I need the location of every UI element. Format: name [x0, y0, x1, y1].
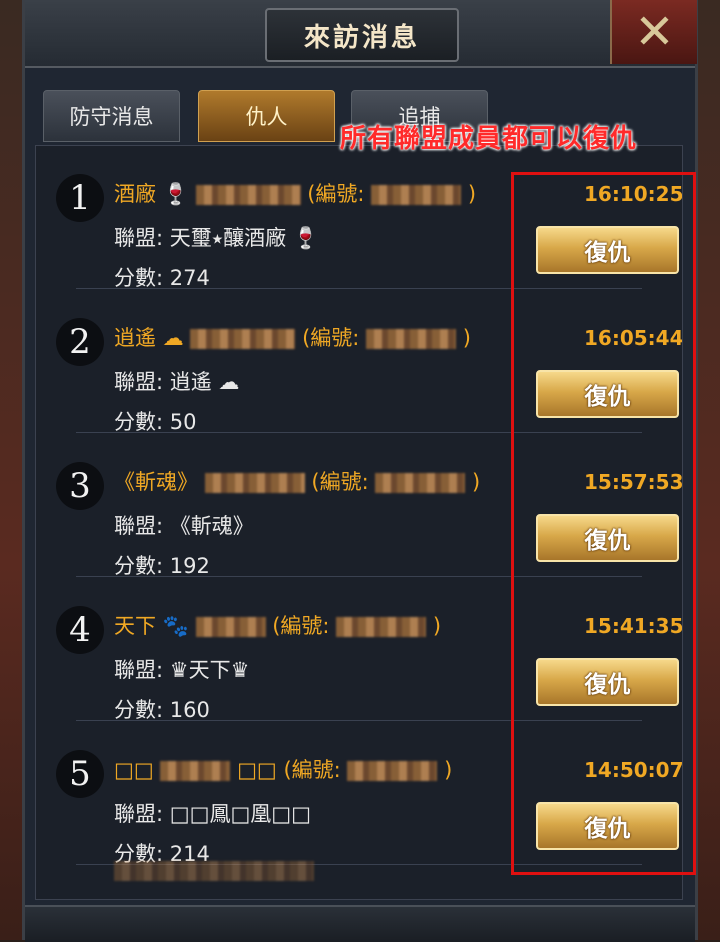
list-item: 3 《斬魂》 (編號: ) 聯盟: 《斬魂》 分數: 192 15:57:53 …	[36, 434, 683, 578]
revenge-button[interactable]: 復仇	[536, 802, 679, 850]
redacted-name	[204, 473, 305, 493]
rank-badge: 1	[56, 174, 104, 222]
id-open-label: (編號:	[283, 758, 341, 782]
visit-time: 16:05:44	[584, 326, 683, 350]
union-label: 聯盟:	[114, 802, 164, 826]
paw-icon: 🐾	[162, 614, 189, 638]
score-label: 分數:	[114, 266, 164, 290]
partial-next-row	[114, 858, 314, 882]
row-divider	[76, 432, 642, 433]
redacted-id	[371, 185, 462, 205]
visit-time: 14:50:07	[584, 758, 683, 782]
cloud-icon: ☁	[162, 326, 184, 350]
visit-time: 15:41:35	[584, 614, 683, 638]
redacted-partial	[114, 861, 314, 881]
union-line: 聯盟: 《斬魂》	[114, 510, 254, 540]
union-label: 聯盟:	[114, 514, 164, 538]
enemy-name: 酒廠	[114, 182, 156, 206]
id-close-label: )	[472, 470, 481, 494]
redacted-id	[347, 761, 438, 781]
rank-badge: 3	[56, 462, 104, 510]
close-x-icon: ✕	[634, 4, 675, 60]
union-label: 聯盟:	[114, 226, 164, 250]
panel-footer	[25, 905, 695, 942]
tab-defense-messages[interactable]: 防守消息	[43, 90, 180, 142]
id-open-label: (編號:	[272, 614, 330, 638]
union-value: ♛天下♛	[169, 658, 250, 682]
enemy-name-line: 逍遙 ☁ (編號: )	[114, 322, 471, 352]
close-button[interactable]: ✕	[610, 0, 697, 64]
revenge-button[interactable]: 復仇	[536, 370, 679, 418]
enemy-name: 天下	[114, 614, 156, 638]
union-line: 聯盟: ♛天下♛	[114, 654, 249, 684]
row-divider	[76, 720, 642, 721]
panel-header: 來訪消息 ✕	[25, 0, 697, 68]
union-value: 逍遙	[169, 370, 212, 394]
score-value: 192	[169, 554, 210, 578]
panel-title: 來訪消息	[303, 22, 420, 53]
score-value: 160	[169, 698, 210, 722]
visit-time: 16:10:25	[584, 182, 683, 206]
row-divider	[76, 576, 642, 577]
rank-badge: 2	[56, 318, 104, 366]
union-value: 《斬魂》	[169, 514, 254, 538]
union-line: 聯盟: □□鳳□凰□□	[114, 798, 311, 828]
union-value: □□鳳□凰□□	[169, 802, 311, 826]
id-open-label: (編號:	[302, 326, 360, 350]
enemy-list: 1 酒廠 🍷 (編號: ) 聯盟: 天璽⭑釀酒廠 🍷 分數: 274 16:10…	[35, 145, 683, 900]
rank-badge: 5	[56, 750, 104, 798]
row-divider	[76, 288, 642, 289]
list-item: 5 □□ □□ (編號: ) 聯盟: □□鳳□凰□□ 分數: 214 14:50…	[36, 722, 683, 866]
enemy-name-line: 《斬魂》 (編號: )	[114, 466, 480, 496]
tab-enemies[interactable]: 仇人	[198, 90, 335, 142]
list-item: 4 天下 🐾 (編號: ) 聯盟: ♛天下♛ 分數: 160 15:41:35 …	[36, 578, 683, 722]
score-label: 分數:	[114, 698, 164, 722]
id-open-label: (編號:	[311, 470, 369, 494]
enemy-name: 逍遙	[114, 326, 156, 350]
id-close-label: )	[432, 614, 442, 638]
redacted-id	[375, 473, 466, 493]
union-line: 聯盟: 逍遙 ☁	[114, 366, 239, 396]
enemy-name: □□	[114, 758, 154, 782]
enemy-name-suffix: □□	[237, 758, 277, 782]
enemy-name: 《斬魂》	[114, 470, 198, 494]
id-close-label: )	[444, 758, 453, 782]
id-close-label: )	[462, 326, 471, 350]
cloud-icon: ☁	[218, 370, 240, 394]
wine-glass-icon: 🍷	[292, 226, 319, 250]
score-value: 50	[169, 410, 197, 434]
score-label: 分數:	[114, 554, 164, 578]
union-value: 天璽⭑釀酒廠	[169, 226, 287, 250]
list-item: 1 酒廠 🍷 (編號: ) 聯盟: 天璽⭑釀酒廠 🍷 分數: 274 16:10…	[36, 146, 683, 290]
id-open-label: (編號:	[307, 182, 365, 206]
redacted-name	[195, 617, 266, 637]
redacted-name	[195, 185, 301, 205]
redacted-name	[190, 329, 296, 349]
revenge-button[interactable]: 復仇	[536, 658, 679, 706]
enemy-name-line: 天下 🐾 (編號: )	[114, 610, 441, 640]
union-label: 聯盟:	[114, 370, 164, 394]
enemy-name-line: 酒廠 🍷 (編號: )	[114, 178, 476, 208]
visit-time: 15:57:53	[584, 470, 683, 494]
title-plate: 來訪消息	[265, 8, 459, 62]
redacted-id	[366, 329, 457, 349]
union-line: 聯盟: 天璽⭑釀酒廠 🍷	[114, 222, 319, 252]
score-value: 274	[169, 266, 210, 290]
revenge-button[interactable]: 復仇	[536, 514, 679, 562]
union-label: 聯盟:	[114, 658, 164, 682]
wine-glass-icon: 🍷	[162, 182, 189, 206]
enemy-name-line: □□ □□ (編號: )	[114, 754, 452, 784]
list-item: 2 逍遙 ☁ (編號: ) 聯盟: 逍遙 ☁ 分數: 50 16:05:44 復…	[36, 290, 683, 434]
id-close-label: )	[467, 182, 477, 206]
redacted-name	[160, 761, 231, 781]
revenge-button[interactable]: 復仇	[536, 226, 679, 274]
annotation-text: 所有聯盟成員都可以復仇	[340, 124, 638, 154]
redacted-id	[336, 617, 427, 637]
rank-badge: 4	[56, 606, 104, 654]
score-label: 分數:	[114, 410, 164, 434]
